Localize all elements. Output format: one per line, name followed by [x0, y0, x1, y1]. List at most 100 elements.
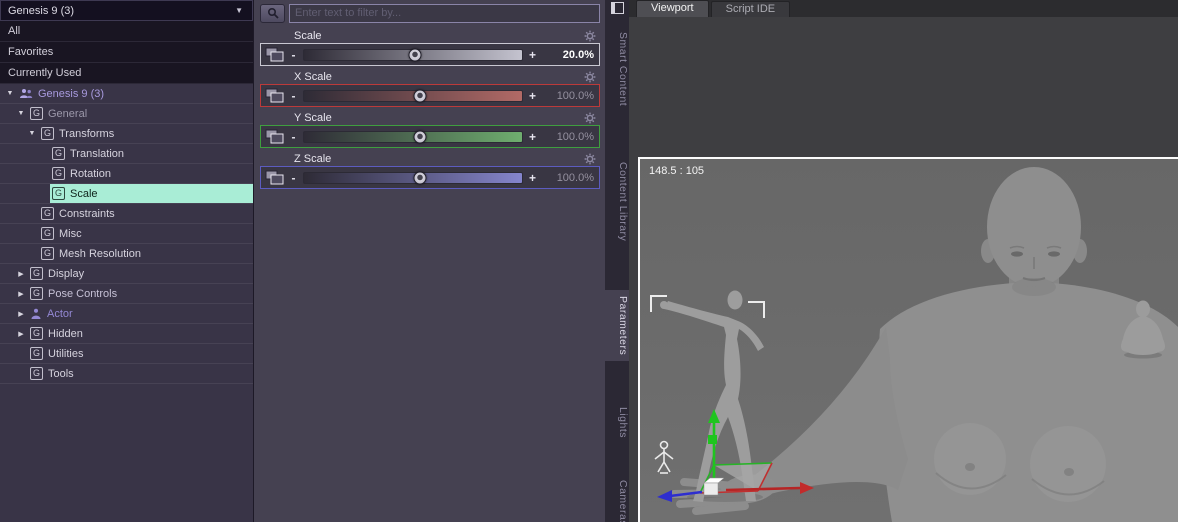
viewport-tab-script-ide[interactable]: Script IDE [710, 1, 791, 17]
side-tab-content-library[interactable]: Content Library [605, 156, 629, 247]
tree-item-rotation[interactable]: G Rotation [0, 164, 253, 184]
parameter-dial-icon [265, 129, 284, 144]
viewport-scene[interactable] [640, 159, 1178, 522]
tree-item-label: Tools [48, 367, 74, 380]
slider-knob[interactable] [408, 48, 422, 61]
parameter-dial-icon [265, 47, 284, 62]
tree-item-hidden[interactable]: ▶ G Hidden [0, 324, 253, 344]
expander-arrow-icon[interactable]: ▶ [14, 304, 28, 323]
expander-arrow-icon[interactable]: ▼ [25, 124, 39, 143]
slider-value[interactable]: 100.0% [538, 131, 596, 143]
slider-label: Scale [294, 29, 322, 42]
tree-item-utilities[interactable]: G Utilities [0, 344, 253, 364]
slider-knob[interactable] [413, 89, 427, 102]
render-area[interactable]: 148.5 : 105 [638, 157, 1178, 522]
expander-arrow-icon[interactable]: ▶ [14, 264, 28, 283]
slider-header: Scale [260, 28, 600, 43]
tree-item-label: Misc [59, 227, 82, 240]
side-tab-parameters[interactable]: Parameters [605, 289, 629, 361]
tree-item-scale[interactable]: G Scale [0, 184, 253, 204]
tree-item-genesis-9-3[interactable]: ▼ Genesis 9 (3) [0, 84, 253, 104]
tree-item-label: Display [48, 267, 85, 280]
filter-row-all[interactable]: All [0, 21, 253, 42]
side-tab-lights[interactable]: Lights [605, 401, 629, 444]
scope-dropdown[interactable]: Genesis 9 (3) ▼ [0, 0, 253, 21]
parameter-dial-icon [265, 88, 284, 103]
slider-track[interactable] [303, 89, 523, 102]
g-parameter-icon: G [30, 327, 43, 340]
slider-track[interactable] [303, 48, 523, 61]
slider-decrement-button[interactable]: - [288, 89, 299, 103]
tree-item-translation[interactable]: G Translation [0, 144, 253, 164]
slider-row: - +20.0% [260, 43, 600, 66]
slider-decrement-button[interactable]: - [288, 171, 299, 185]
slider-settings-button[interactable] [584, 30, 596, 42]
parameter-tree: ▼ Genesis 9 (3) ▼ G General ▼ G Transforms G Tran… [0, 84, 253, 384]
slider-value[interactable]: 100.0% [538, 172, 596, 184]
actor-icon [31, 308, 41, 319]
tree-item-general[interactable]: ▼ G General [0, 104, 253, 124]
filter-list: All Favorites Currently Used [0, 21, 253, 84]
g-parameter-icon: G [52, 187, 65, 200]
filter-row-favorites[interactable]: Favorites [0, 42, 253, 63]
tree-item-constraints[interactable]: G Constraints [0, 204, 253, 224]
expander-arrow-icon[interactable]: ▶ [14, 284, 28, 303]
slider-increment-button[interactable]: + [527, 130, 538, 144]
slider-value[interactable]: 100.0% [538, 90, 596, 102]
g-parameter-icon: G [30, 367, 43, 380]
tree-item-display[interactable]: ▶ G Display [0, 264, 253, 284]
expander-arrow-icon[interactable]: ▼ [14, 104, 28, 123]
search-options-button[interactable] [260, 3, 285, 23]
gizmo-center-handle[interactable] [703, 482, 719, 496]
slider-increment-button[interactable]: + [527, 171, 538, 185]
side-tab-smart-content[interactable]: Smart Content [605, 26, 629, 112]
slider-value[interactable]: 20.0% [538, 49, 596, 61]
filter-row-currently-used[interactable]: Currently Used [0, 63, 253, 84]
slider-settings-button[interactable] [584, 71, 596, 83]
slider-knob[interactable] [413, 130, 427, 143]
slider-track[interactable] [303, 130, 523, 143]
parameter-dial-button[interactable] [264, 128, 286, 145]
tree-item-misc[interactable]: G Misc [0, 224, 253, 244]
slider-increment-button[interactable]: + [527, 48, 538, 62]
slider-knob[interactable] [413, 171, 427, 184]
slider-label: Y Scale [294, 111, 332, 124]
pose-tool-icon [654, 440, 674, 474]
tree-item-transforms[interactable]: ▼ G Transforms [0, 124, 253, 144]
tree-item-main: G Pose Controls [28, 284, 253, 303]
panel-menu-icon[interactable] [610, 2, 624, 14]
g-parameter-icon: G [41, 247, 54, 260]
tree-item-mesh-resolution[interactable]: G Mesh Resolution [0, 244, 253, 264]
chevron-down-icon: ▼ [235, 6, 243, 15]
slider-header: Y Scale [260, 110, 600, 125]
slider-decrement-button[interactable]: - [288, 48, 299, 62]
parameter-dial-icon [265, 170, 284, 185]
slider-settings-button[interactable] [584, 153, 596, 165]
tree-item-actor[interactable]: ▶ Actor [0, 304, 253, 324]
g-parameter-icon: G [41, 127, 54, 140]
tree-item-tools[interactable]: G Tools [0, 364, 253, 384]
expander-arrow-icon[interactable]: ▶ [14, 324, 28, 343]
slider-track[interactable] [303, 171, 523, 184]
tree-item-label: Actor [47, 307, 73, 320]
scope-dropdown-label: Genesis 9 (3) [8, 4, 75, 17]
slider-label: Z Scale [294, 152, 332, 165]
search-input[interactable] [289, 3, 600, 23]
parameter-dial-button[interactable] [264, 46, 286, 63]
slider-decrement-button[interactable]: - [288, 130, 299, 144]
slider-settings-button[interactable] [584, 112, 596, 124]
parameter-dial-button[interactable] [264, 87, 286, 104]
slider-increment-button[interactable]: + [527, 89, 538, 103]
side-tab-cameras[interactable]: Cameras [605, 474, 629, 522]
tree-item-pose-controls[interactable]: ▶ G Pose Controls [0, 284, 253, 304]
parameter-dial-button[interactable] [264, 169, 286, 186]
expander-arrow-icon[interactable]: ▼ [3, 84, 17, 103]
g-parameter-icon: G [30, 107, 43, 120]
viewport-tab-viewport[interactable]: Viewport [636, 0, 709, 17]
